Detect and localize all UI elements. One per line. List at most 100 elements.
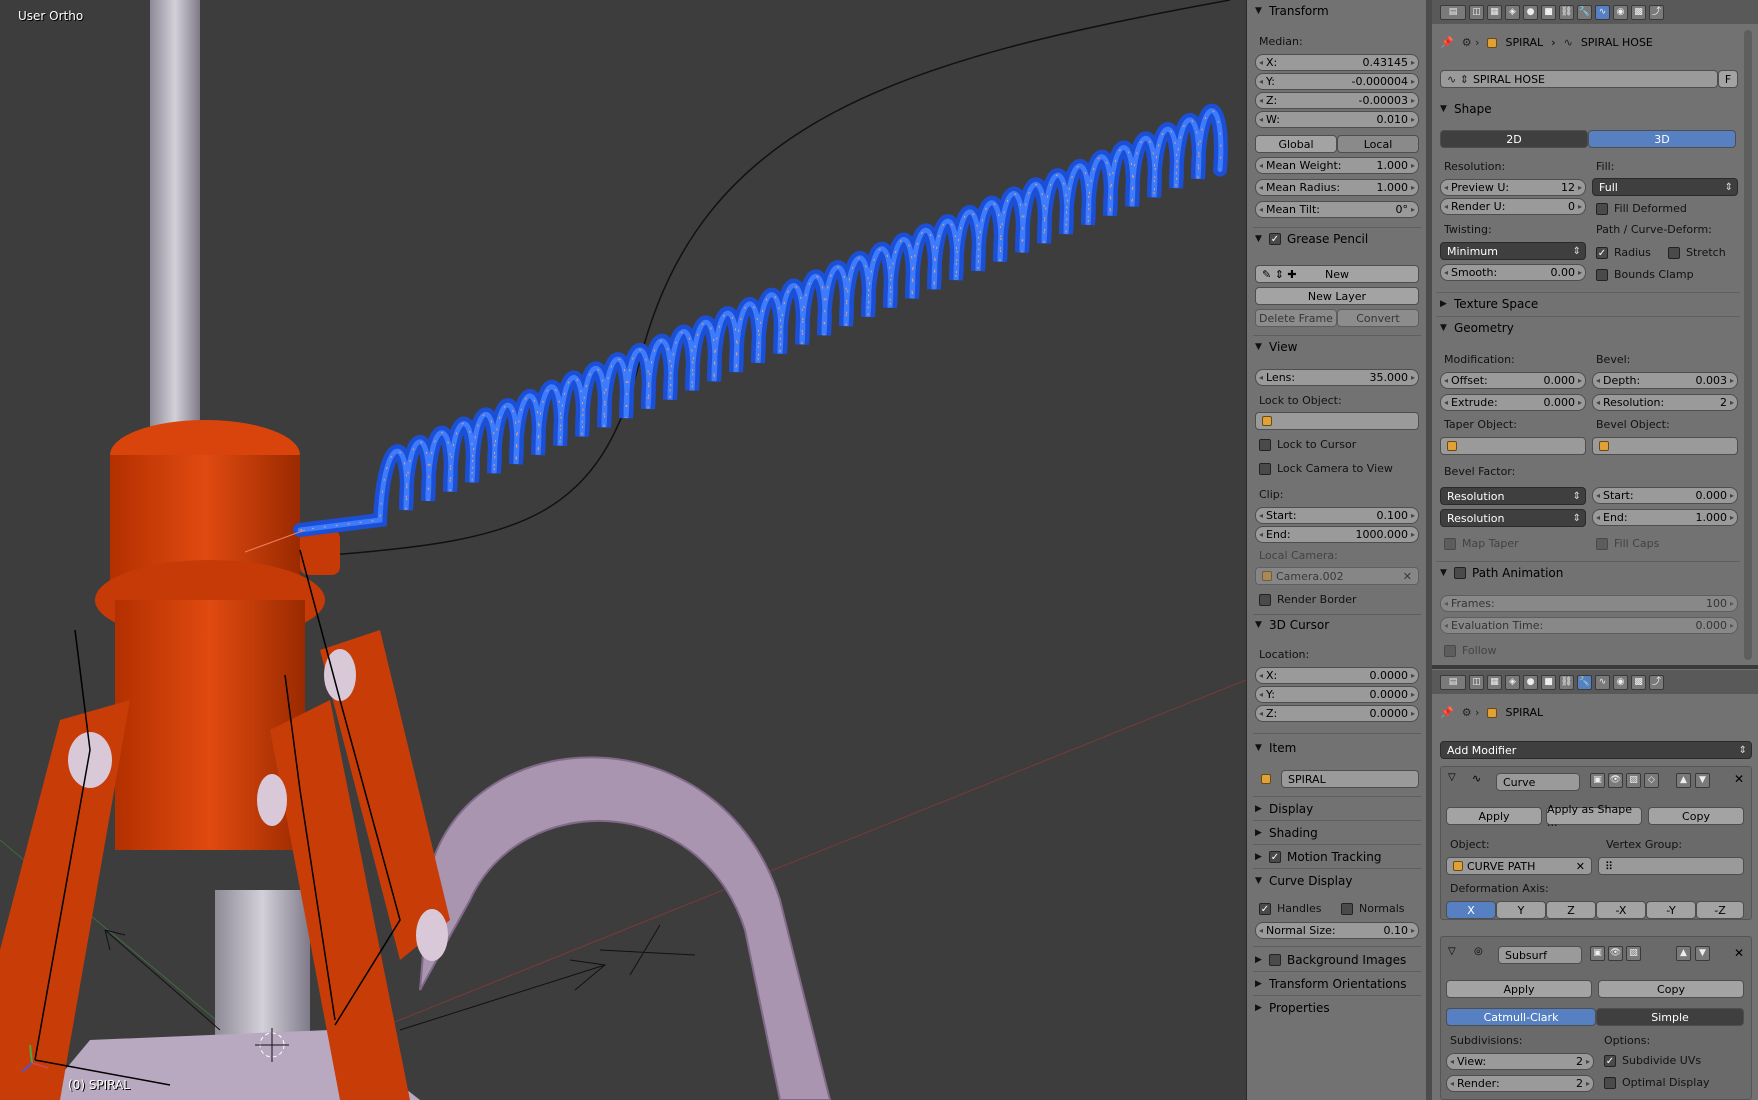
render-border-checkbox[interactable]: Render Border [1259,593,1357,606]
stretch-checkbox[interactable]: Stretch [1668,246,1726,259]
shape-3d-button[interactable]: 3D [1588,130,1736,148]
cursor-y-field[interactable]: Y:0.0000 [1255,686,1419,703]
axis-z-button[interactable]: Z [1546,901,1596,919]
physics-icon[interactable]: ⤴ [1649,4,1664,20]
render-u-field[interactable]: Render U:0 [1440,198,1586,215]
properties-header[interactable]: ▶ Properties [1255,997,1330,1019]
scene-icon[interactable]: ◈ [1505,4,1520,20]
fake-user-button[interactable]: F [1718,70,1738,88]
extrude-field[interactable]: Extrude:0.000 [1440,394,1586,411]
visibility-icon[interactable]: 👁 [1608,773,1623,788]
follow-checkbox[interactable]: Follow [1444,644,1497,657]
constraints-icon[interactable]: ⛓ [1559,674,1574,690]
view-panel-header[interactable]: ▼ View [1255,336,1297,358]
curve-apply-button[interactable]: Apply [1446,807,1542,825]
material-icon[interactable]: ◉ [1613,4,1628,20]
subdivide-uvs-checkbox[interactable]: ✓ Subdivide UVs [1604,1054,1701,1067]
pin-icon[interactable]: 📌 [1440,36,1454,49]
cursor-x-field[interactable]: X:0.0000 [1255,667,1419,684]
scene-icon[interactable]: ◈ [1505,674,1520,690]
texture-icon[interactable]: ▩ [1631,4,1646,20]
subsurf-modifier-name[interactable]: Subsurf [1498,946,1582,964]
bevel-factor-mode-2[interactable]: Resolution [1440,509,1586,527]
median-x-field[interactable]: X:0.43145 [1255,54,1419,71]
radius-checkbox[interactable]: ✓ Radius [1596,246,1651,259]
fill-caps-checkbox[interactable]: Fill Caps [1596,537,1659,550]
bevel-start-field[interactable]: Start:0.000 [1592,487,1738,504]
normals-checkbox[interactable]: Normals [1341,902,1405,915]
subsurf-copy-button[interactable]: Copy [1598,980,1744,998]
constraints-icon[interactable]: ⛓ [1559,4,1574,20]
world-icon[interactable]: ● [1523,674,1538,690]
curve-copy-button[interactable]: Copy [1648,807,1744,825]
object-icon[interactable]: ■ [1541,674,1556,690]
geometry-panel-header[interactable]: ▼ Geometry [1440,317,1514,339]
move-up-icon[interactable]: ▲ [1676,773,1691,788]
vertex-group-field[interactable]: ⠿ [1598,857,1744,875]
scrollbar[interactable] [1744,30,1752,660]
median-z-field[interactable]: Z:-0.00003 [1255,92,1419,109]
grease-pencil-new-button[interactable]: ✎ ⇕ ✚ New [1255,265,1419,283]
motion-tracking-header[interactable]: ▶ ✓ Motion Tracking [1255,846,1381,868]
cursor-panel-header[interactable]: ▼ 3D Cursor [1255,614,1329,636]
twisting-dropdown[interactable]: Minimum [1440,242,1586,260]
grease-pencil-header[interactable]: ▼ ✓ Grease Pencil [1255,228,1368,250]
smooth-field[interactable]: Smooth:0.00 [1440,264,1586,281]
modifiers-icon[interactable]: 🔧 [1577,4,1592,20]
collapse-icon[interactable]: ▽ [1448,772,1456,783]
transform-orientations-header[interactable]: ▶ Transform Orientations [1255,973,1407,995]
curve-modifier-name[interactable]: Curve [1496,773,1580,791]
mean-tilt-field[interactable]: Mean Tilt:0° [1255,201,1419,218]
modifiers-icon[interactable]: 🔧 [1577,674,1592,690]
subsurf-view-field[interactable]: View:2 [1446,1053,1594,1070]
optimal-display-checkbox[interactable]: Optimal Display [1604,1076,1710,1089]
normal-size-field[interactable]: Normal Size:0.10 [1255,922,1419,939]
render-icon[interactable]: ◫ [1469,4,1484,20]
editor-type-icon[interactable]: ▤ [1440,674,1466,690]
median-y-field[interactable]: Y:-0.000004 [1255,73,1419,90]
bevel-end-field[interactable]: End:1.000 [1592,509,1738,526]
convert-button[interactable]: Convert [1337,309,1419,327]
global-button[interactable]: Global [1255,135,1337,153]
lock-object-field[interactable] [1255,412,1419,430]
close-icon[interactable]: ✕ [1734,946,1744,960]
mean-radius-field[interactable]: Mean Radius:1.000 [1255,179,1419,196]
editmode-icon[interactable]: ▧ [1626,946,1641,961]
object-icon[interactable]: ■ [1541,4,1556,20]
lock-to-cursor-checkbox[interactable]: Lock to Cursor [1259,438,1356,451]
curve-object-field[interactable]: CURVE PATH ✕ [1446,857,1592,875]
curve-data-icon[interactable]: ∿ [1595,674,1610,690]
curve-display-header[interactable]: ▼ Curve Display [1255,870,1352,892]
move-up-icon[interactable]: ▲ [1676,946,1691,961]
axis-x-button[interactable]: X [1446,901,1496,919]
clip-end-field[interactable]: End:1000.000 [1255,526,1419,543]
clip-start-field[interactable]: Start:0.100 [1255,507,1419,524]
cursor-z-field[interactable]: Z:0.0000 [1255,705,1419,722]
axis-neg-y-button[interactable]: -Y [1646,901,1696,919]
item-name-field[interactable]: SPIRAL [1281,770,1419,788]
bevel-factor-mode-1[interactable]: Resolution [1440,487,1586,505]
axis-neg-z-button[interactable]: -Z [1696,901,1744,919]
render-toggle-icon[interactable]: ▣ [1590,773,1605,788]
area-split[interactable] [1432,665,1758,669]
display-panel-header[interactable]: ▶ Display [1255,798,1313,820]
bevel-resolution-field[interactable]: Resolution:2 [1592,394,1738,411]
render-icon[interactable]: ◫ [1469,674,1484,690]
evaluation-time-field[interactable]: Evaluation Time:0.000 [1440,617,1738,634]
bevel-depth-field[interactable]: Depth:0.003 [1592,372,1738,389]
axis-y-button[interactable]: Y [1496,901,1546,919]
item-panel-header[interactable]: ▼ Item [1255,737,1296,759]
close-icon[interactable]: ✕ [1576,860,1585,873]
texture-icon[interactable]: ▩ [1631,674,1646,690]
physics-icon[interactable]: ⤴ [1649,674,1664,690]
material-icon[interactable]: ◉ [1613,674,1628,690]
fill-dropdown[interactable]: Full [1592,178,1738,196]
bevel-object-field[interactable] [1592,437,1738,455]
new-layer-button[interactable]: New Layer [1255,287,1419,305]
offset-field[interactable]: Offset:0.000 [1440,372,1586,389]
local-camera-field[interactable]: Camera.002 ✕ [1255,567,1419,585]
shape-2d-button[interactable]: 2D [1440,130,1588,148]
world-icon[interactable]: ● [1523,4,1538,20]
move-down-icon[interactable]: ▼ [1695,773,1710,788]
editmode-icon[interactable]: ▧ [1626,773,1641,788]
